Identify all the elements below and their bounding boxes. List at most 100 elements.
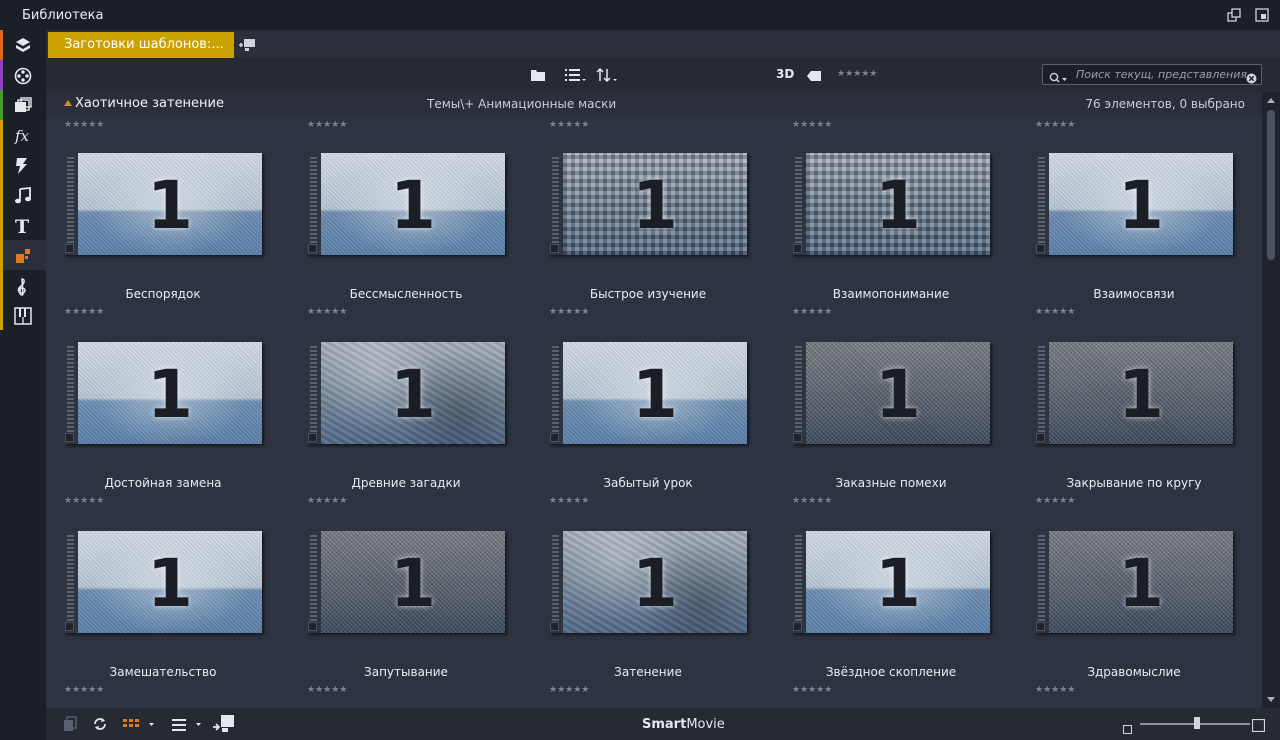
tag-filter-icon[interactable] xyxy=(806,67,822,86)
template-thumbnail[interactable]: 1 xyxy=(1035,153,1233,255)
item-rating[interactable]: ★★★★★ xyxy=(792,307,832,317)
template-item[interactable]: 1 Беспорядок ★★★★★ xyxy=(64,153,264,323)
scroll-down-icon[interactable] xyxy=(1267,697,1275,702)
template-item[interactable]: 1 Здравомыслие ★★★★★ xyxy=(1035,531,1235,701)
refresh-icon[interactable] xyxy=(92,716,108,736)
rating-filter[interactable]: ★★★★★ xyxy=(837,69,877,79)
sidebar-item-montage[interactable] xyxy=(0,240,46,270)
template-thumbnail[interactable]: 1 xyxy=(64,153,262,255)
template-item[interactable]: 1 Замешательство ★★★★★ xyxy=(64,531,264,701)
template-item[interactable]: 1 Закрывание по кругу ★★★★★ xyxy=(1035,342,1235,512)
sidebar-item-effects[interactable]: fx xyxy=(0,120,46,150)
send-to-timeline-icon[interactable] xyxy=(212,714,236,738)
vertical-scrollbar[interactable] xyxy=(1262,92,1280,708)
template-item[interactable]: 1 Достойная замена ★★★★★ xyxy=(64,342,264,512)
item-rating[interactable]: ★★★★★ xyxy=(307,685,347,695)
template-thumbnail[interactable]: 1 xyxy=(549,342,747,444)
template-label: Затенение xyxy=(614,665,682,679)
sidebar-item-sound-effects[interactable] xyxy=(0,300,46,330)
group-header[interactable]: Хаотичное затенение Темы\+ Анимационные … xyxy=(46,92,1262,116)
template-thumbnail[interactable]: 1 xyxy=(792,531,990,633)
item-rating[interactable]: ★★★★★ xyxy=(1035,307,1075,317)
thumbnail-preview: 1 xyxy=(806,531,990,633)
item-rating[interactable]: ★★★★★ xyxy=(549,120,589,130)
thumbnail-preview: 1 xyxy=(1049,153,1233,255)
sidebar-item-titles[interactable]: T xyxy=(0,210,46,240)
template-thumbnail[interactable]: 1 xyxy=(307,531,505,633)
item-rating[interactable]: ★★★★★ xyxy=(307,120,347,130)
small-thumbnails-icon[interactable] xyxy=(1123,719,1132,738)
template-thumbnail[interactable]: 1 xyxy=(1035,531,1233,633)
template-label: Беспорядок xyxy=(125,287,201,301)
template-thumbnail[interactable]: 1 xyxy=(792,342,990,444)
item-rating[interactable]: ★★★★★ xyxy=(1035,496,1075,506)
detach-window-icon[interactable] xyxy=(1227,7,1243,23)
large-thumbnails-icon[interactable] xyxy=(1251,717,1266,736)
sort-dropdown-icon[interactable] xyxy=(596,67,618,86)
sidebar-item-scorefitter[interactable] xyxy=(0,270,46,300)
thumbnail-size-slider-thumb[interactable] xyxy=(1194,717,1200,729)
item-rating[interactable]: ★★★★★ xyxy=(64,307,104,317)
search-field[interactable]: Поиск текущ, представления xyxy=(1042,64,1262,85)
preview-number: 1 xyxy=(1118,356,1164,433)
sidebar-item-music[interactable] xyxy=(0,180,46,210)
dock-window-icon[interactable] xyxy=(1255,7,1271,23)
clear-search-icon[interactable] xyxy=(1246,69,1257,88)
template-item[interactable]: 1 Звёздное скопление ★★★★★ xyxy=(792,531,992,701)
filmstrip-icon xyxy=(1035,153,1049,255)
tab-templates[interactable]: Заготовки шаблонов:... xyxy=(48,32,234,58)
template-thumbnail[interactable]: 1 xyxy=(307,342,505,444)
scroll-thumb[interactable] xyxy=(1267,110,1275,260)
template-thumbnail[interactable]: 1 xyxy=(64,531,262,633)
template-item[interactable]: 1 Забытый урок ★★★★★ xyxy=(549,342,749,512)
item-rating[interactable]: ★★★★★ xyxy=(549,496,589,506)
item-rating[interactable]: ★★★★★ xyxy=(64,685,104,695)
template-item[interactable]: 1 Затенение ★★★★★ xyxy=(549,531,749,701)
template-thumbnail[interactable]: 1 xyxy=(307,153,505,255)
item-rating[interactable]: ★★★★★ xyxy=(1035,685,1075,695)
template-item[interactable]: 1 Бессмысленность ★★★★★ xyxy=(307,153,507,323)
window-title: Библиотека xyxy=(22,8,104,23)
sidebar-item-flash[interactable] xyxy=(0,150,46,180)
filmstrip-icon xyxy=(549,531,563,633)
folder-icon[interactable] xyxy=(530,67,546,86)
library-window: Библиотека fx T Заготовки шаблонов:... 3… xyxy=(0,0,1280,740)
filmstrip-icon xyxy=(792,342,806,444)
item-rating[interactable]: ★★★★★ xyxy=(64,496,104,506)
collapse-arrow-icon[interactable] xyxy=(64,100,72,106)
copy-pages-icon[interactable] xyxy=(62,716,78,736)
item-rating[interactable]: ★★★★★ xyxy=(792,685,832,695)
template-thumbnail[interactable]: 1 xyxy=(1035,342,1233,444)
thumbnail-view-icon[interactable] xyxy=(123,717,155,736)
template-thumbnail[interactable]: 1 xyxy=(792,153,990,255)
item-rating[interactable]: ★★★★★ xyxy=(549,685,589,695)
template-thumbnail[interactable]: 1 xyxy=(549,531,747,633)
scroll-up-icon[interactable] xyxy=(1267,98,1275,103)
item-rating[interactable]: ★★★★★ xyxy=(1035,120,1075,130)
item-rating[interactable]: ★★★★★ xyxy=(307,496,347,506)
thumbnail-preview: 1 xyxy=(1049,531,1233,633)
item-rating[interactable]: ★★★★★ xyxy=(549,307,589,317)
sidebar-item-video[interactable] xyxy=(0,60,46,90)
smartmovie-button[interactable]: SmartMovie xyxy=(642,717,725,732)
music-note-icon xyxy=(15,187,31,204)
3d-filter-button[interactable]: 3D xyxy=(776,67,794,81)
template-item[interactable]: 1 Быстрое изучение ★★★★★ xyxy=(549,153,749,323)
template-item[interactable]: 1 Заказные помехи ★★★★★ xyxy=(792,342,992,512)
template-item[interactable]: 1 Взаимопонимание ★★★★★ xyxy=(792,153,992,323)
add-tab-icon[interactable] xyxy=(238,37,256,56)
template-thumbnail[interactable]: 1 xyxy=(64,342,262,444)
template-item[interactable]: 1 Запутывание ★★★★★ xyxy=(307,531,507,701)
template-item[interactable]: 1 Древние загадки ★★★★★ xyxy=(307,342,507,512)
view-list-dropdown-icon[interactable] xyxy=(565,67,587,86)
item-rating[interactable]: ★★★★★ xyxy=(792,120,832,130)
item-rating[interactable]: ★★★★★ xyxy=(64,120,104,130)
item-rating[interactable]: ★★★★★ xyxy=(307,307,347,317)
details-view-icon[interactable] xyxy=(172,717,204,736)
lightning-icon xyxy=(16,158,27,174)
template-thumbnail[interactable]: 1 xyxy=(549,153,747,255)
template-item[interactable]: 1 Взаимосвязи ★★★★★ xyxy=(1035,153,1235,323)
sidebar-item-transitions[interactable] xyxy=(0,90,46,120)
sidebar-item-project-bins[interactable] xyxy=(0,30,46,60)
item-rating[interactable]: ★★★★★ xyxy=(792,496,832,506)
